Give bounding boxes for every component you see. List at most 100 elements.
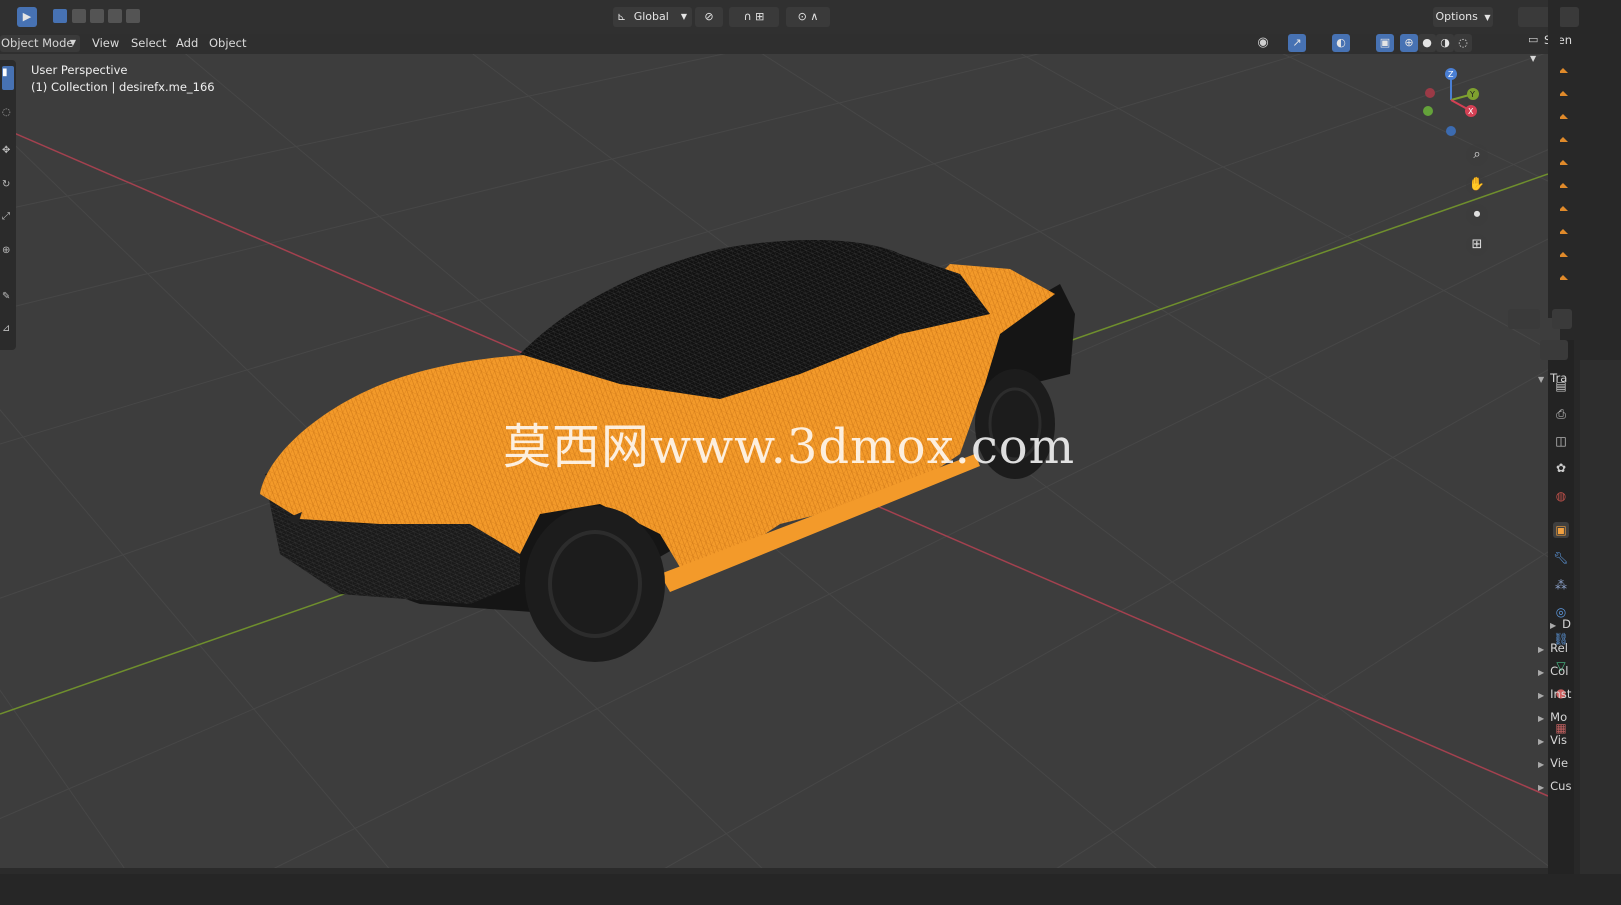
gizmo-z-label: Z — [1448, 70, 1454, 79]
properties-body — [1580, 360, 1621, 905]
delta-transform-section[interactable]: ▶ D — [1550, 617, 1571, 631]
collection-expand-arrow[interactable]: ▼ — [1530, 54, 1536, 63]
options-dropdown[interactable]: Options ▼ — [1433, 7, 1493, 27]
scene-collection-icon: ▭ — [1528, 33, 1539, 46]
select-box-icon[interactable]: ▮ — [2, 66, 14, 90]
new-window-button[interactable] — [1559, 7, 1579, 27]
measure-icon[interactable]: ⊿ — [2, 322, 14, 336]
mode-dropdown[interactable]: Object Mode ▼ — [0, 35, 80, 52]
collapsed-arrow-icon: ▶ — [1538, 737, 1545, 746]
mesh-object-icon — [1560, 68, 1568, 280]
viewport-display-section[interactable]: ▶ Vie — [1538, 756, 1568, 770]
visibility-section[interactable]: ▶ Vis — [1538, 733, 1567, 747]
grid-icon[interactable]: ⊞ — [1466, 234, 1488, 256]
proportional-icon: ⊙ ∧ — [797, 10, 819, 23]
outliner-gutter — [1548, 0, 1560, 318]
gizmo-neg-x-handle[interactable] — [1425, 88, 1435, 98]
select-mode-subtract-button[interactable] — [90, 9, 104, 23]
viewport-scene — [0, 54, 1548, 905]
move-icon[interactable]: ✥ — [2, 144, 14, 158]
gizmo-neg-y-handle[interactable] — [1423, 106, 1433, 116]
chevron-down-icon: ▼ — [69, 38, 76, 47]
transform-orientation-dropdown[interactable]: ⊾ Global ▼ — [613, 7, 692, 27]
collapsed-arrow-icon: ▶ — [1538, 783, 1545, 792]
menu-add[interactable]: Add — [176, 36, 198, 50]
shading-solid-button[interactable]: ● — [1418, 34, 1436, 52]
properties-pin-button[interactable] — [1552, 309, 1572, 329]
relations-section[interactable]: ▶ Rel — [1538, 641, 1568, 655]
car-front-wheel — [525, 506, 665, 662]
collapsed-arrow-icon: ▶ — [1550, 621, 1557, 630]
select-mode-extend-button[interactable] — [72, 9, 86, 23]
collections-section[interactable]: ▶ Col — [1538, 664, 1568, 678]
navigation-gizmo[interactable]: Z Y X — [1418, 66, 1488, 138]
scale-icon[interactable]: ⤢ — [2, 210, 14, 224]
collapsed-arrow-icon: ▶ — [1538, 668, 1545, 677]
collapsed-arrow-icon: ▶ — [1538, 714, 1545, 723]
instancing-section[interactable]: ▶ Inst — [1538, 687, 1571, 701]
transform-icon[interactable]: ⊕ — [2, 244, 14, 258]
orientation-axes-icon: ⊾ — [617, 10, 627, 23]
collapsed-arrow-icon: ▶ — [1538, 760, 1545, 769]
snap-dropdown[interactable]: ∩ ⊞ — [729, 7, 779, 27]
view-layer-icon[interactable]: ◫ — [1553, 433, 1569, 449]
select-cursor-icon: ▶ — [22, 10, 32, 23]
hand-pan-icon[interactable]: ✋ — [1466, 174, 1488, 196]
gizmo-y-label: Y — [1469, 90, 1475, 99]
magnet-icon: ∩ ⊞ — [743, 10, 765, 23]
xray-icon: ▣ — [1379, 36, 1391, 49]
collapsed-arrow-icon: ▶ — [1538, 691, 1545, 700]
gizmo-toggle-button[interactable]: ↗ — [1288, 34, 1306, 52]
status-bar — [0, 874, 1621, 905]
annotate-icon[interactable]: ✎ — [2, 290, 14, 304]
3d-viewport[interactable]: User Perspective (1) Collection | desire… — [0, 54, 1548, 905]
motion-paths-section[interactable]: ▶ Mo — [1538, 710, 1567, 724]
gizmo-icon: ↗ — [1292, 36, 1302, 49]
proportional-editing-dropdown[interactable]: ⊙ ∧ — [786, 7, 830, 27]
chevron-down-icon: ▼ — [680, 12, 687, 21]
collapsed-arrow-icon: ▶ — [1538, 645, 1545, 654]
rendered-icon: ◌ — [1458, 36, 1468, 49]
tool-select-button[interactable]: ▶ — [17, 7, 37, 27]
solid-icon: ● — [1422, 36, 1432, 49]
shading-material-button[interactable]: ◑ — [1436, 34, 1454, 52]
pivot-point-dropdown[interactable]: ⊘ — [695, 7, 723, 27]
scene-icon[interactable]: ✿ — [1553, 460, 1569, 476]
camera-icon[interactable]: ⏺ — [1466, 204, 1488, 226]
perspective-label: User Perspective — [31, 63, 128, 77]
editor-type-dropdown[interactable] — [1518, 7, 1552, 27]
transform-section[interactable]: ▼ Tra — [1538, 371, 1567, 385]
object-selector-dropdown[interactable] — [1540, 340, 1568, 360]
particles-icon[interactable]: ⁂ — [1553, 577, 1569, 593]
visibility-eye-icon[interactable]: ◉ — [1254, 34, 1272, 52]
watermark-text: 莫西网www.3dmox.com — [503, 419, 1076, 475]
shading-rendered-button[interactable]: ◌ — [1454, 34, 1472, 52]
menu-select[interactable]: Select — [131, 36, 166, 50]
menu-object[interactable]: Object — [209, 36, 246, 50]
cursor-icon[interactable]: ◌ — [2, 106, 14, 120]
viewport-header: ▶ ⊾ Global ▼ ⊘ ∩ ⊞ ⊙ ∧ Options ▼ — [0, 0, 1560, 34]
object-icon[interactable]: ▣ — [1553, 522, 1569, 538]
world-icon[interactable]: ◍ — [1553, 488, 1569, 504]
select-mode-intersect-button[interactable] — [126, 9, 140, 23]
gizmo-x-label: X — [1468, 107, 1474, 116]
collection-label: (1) Collection | desirefx.me_166 — [31, 80, 215, 94]
tool-shelf: ▮ ◌ ✥ ↻ ⤢ ⊕ ✎ ⊿ — [0, 60, 16, 350]
xray-toggle-button[interactable]: ▣ — [1376, 34, 1394, 52]
select-mode-new-button[interactable] — [53, 9, 67, 23]
outliner-object-rows — [1560, 68, 1568, 280]
rotate-icon[interactable]: ↻ — [2, 178, 14, 192]
modifier-wrench-icon[interactable]: 🔧︎ — [1553, 550, 1569, 566]
select-mode-difference-button[interactable] — [108, 9, 122, 23]
properties-editor-dropdown[interactable] — [1508, 309, 1540, 329]
pivot-icon: ⊘ — [704, 10, 714, 23]
custom-properties-section[interactable]: ▶ Cus — [1538, 779, 1571, 793]
output-icon[interactable]: ⎙ — [1553, 406, 1569, 422]
material-icon: ◑ — [1440, 36, 1450, 49]
gizmo-neg-z-handle[interactable] — [1446, 126, 1456, 136]
zoom-icon[interactable]: ⌕ — [1466, 144, 1488, 166]
expanded-arrow-icon: ▼ — [1538, 375, 1545, 384]
shading-wireframe-button[interactable]: ⊕ — [1400, 34, 1418, 52]
overlay-toggle-button[interactable]: ◐ — [1332, 34, 1350, 52]
menu-view[interactable]: View — [92, 36, 119, 50]
